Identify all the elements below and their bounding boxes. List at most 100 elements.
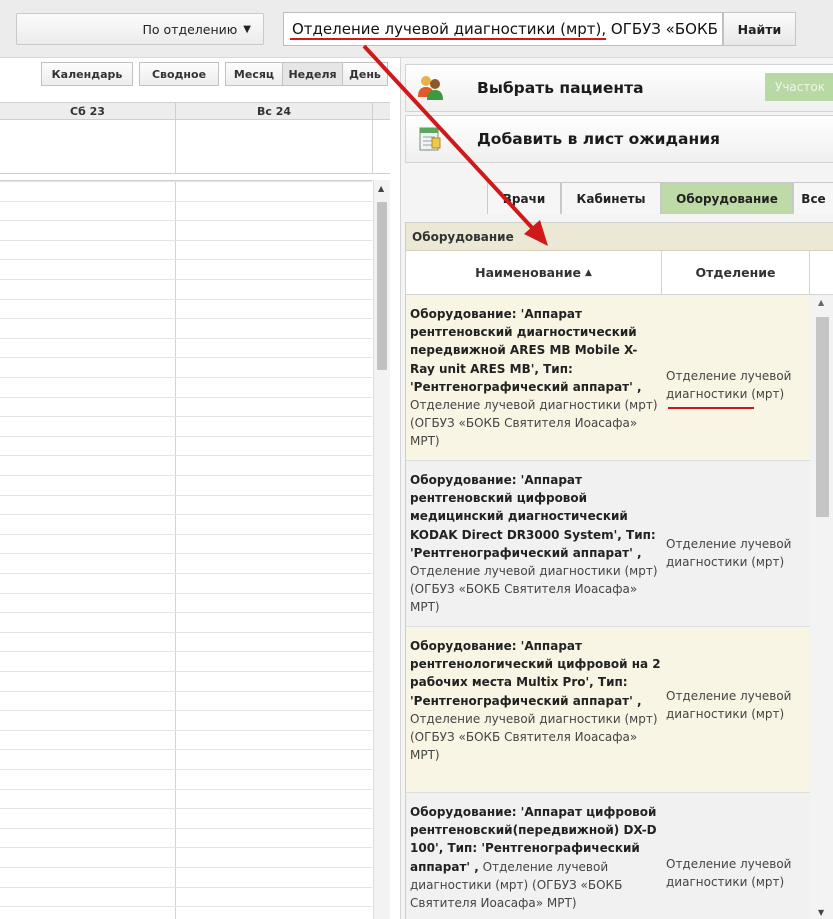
calendar-slot-line bbox=[0, 828, 372, 829]
calendar-slot-line bbox=[0, 377, 372, 378]
calendar-slot-line bbox=[0, 906, 372, 907]
calendar-slot-line bbox=[0, 730, 372, 731]
tab-day[interactable]: День bbox=[342, 62, 388, 86]
tab-rooms[interactable]: Кабинеты bbox=[561, 182, 661, 214]
department-cell: Отделение лучевой диагностики (мрт) bbox=[666, 689, 792, 721]
calendar-slot-line bbox=[0, 318, 372, 319]
department-filter-label: По отделению bbox=[142, 21, 238, 37]
calendar-slot-line bbox=[0, 593, 372, 594]
calendar-slot-line bbox=[0, 201, 372, 202]
calendar-slot-line bbox=[0, 475, 372, 476]
calendar-slot-line bbox=[0, 887, 372, 888]
calendar-time-grid[interactable] bbox=[0, 180, 372, 919]
department-cell: Отделение лучевой диагностики (мрт) bbox=[666, 537, 792, 569]
calendar-slot-line bbox=[0, 416, 372, 417]
search-input[interactable]: Отделение лучевой диагностики (мрт), ОГБ… bbox=[283, 12, 723, 46]
annotation-underline bbox=[290, 38, 606, 40]
table-caption: Оборудование bbox=[406, 223, 833, 251]
scrollbar-thumb[interactable] bbox=[816, 317, 829, 517]
equipment-location: Отделение лучевой диагностики (мрт) (ОГБ… bbox=[410, 398, 658, 449]
calendar-slot-line bbox=[0, 769, 372, 770]
calendar-slot-line bbox=[0, 651, 372, 652]
tab-week[interactable]: Неделя bbox=[282, 62, 342, 86]
calendar-slot-line bbox=[0, 808, 372, 809]
table-scrollbar[interactable]: ▲ ▼ bbox=[810, 295, 833, 919]
calendar-slot-line bbox=[0, 397, 372, 398]
equipment-name-cell: Оборудование: 'Аппарат цифровой рентгено… bbox=[406, 793, 662, 912]
calendar-slot-line bbox=[0, 573, 372, 574]
calendar-slot-line bbox=[0, 357, 372, 358]
equipment-table: Оборудование Наименование ▲ Отделение Обо… bbox=[405, 222, 833, 919]
tab-summary[interactable]: Сводное bbox=[139, 62, 219, 86]
equipment-name-cell: Оборудование: 'Аппарат рентгеновский циф… bbox=[406, 461, 662, 617]
calendar-slot-line bbox=[0, 181, 372, 182]
table-row[interactable]: Оборудование: 'Аппарат рентгеновский циф… bbox=[406, 461, 810, 627]
select-patient-row[interactable]: Выбрать пациента Участок bbox=[405, 64, 833, 112]
equipment-title: Оборудование: 'Аппарат рентгенологически… bbox=[410, 639, 661, 708]
add-waitlist-row[interactable]: Добавить в лист ожидания bbox=[405, 115, 833, 163]
calendar-slot-line bbox=[0, 299, 372, 300]
table-row[interactable]: Оборудование: 'Аппарат рентгеновский диа… bbox=[406, 295, 810, 461]
calendar-slot-line bbox=[0, 259, 372, 260]
calendar-slot-line bbox=[0, 867, 372, 868]
calendar-allday-row[interactable] bbox=[0, 120, 390, 174]
tab-equipment[interactable]: Оборудование bbox=[661, 182, 793, 214]
equipment-name-cell: Оборудование: 'Аппарат рентгенологически… bbox=[406, 627, 662, 764]
calendar-slot-line bbox=[0, 279, 372, 280]
calendar-slot-line bbox=[0, 534, 372, 535]
find-button[interactable]: Найти bbox=[723, 12, 796, 46]
column-header-department[interactable]: Отделение bbox=[662, 251, 810, 294]
calendar-slot-line bbox=[0, 691, 372, 692]
calendar-slot-line bbox=[0, 632, 372, 633]
calendar-view-tabs: Календарь Сводное Месяц Неделя День bbox=[41, 62, 388, 86]
search-input-value: Отделение лучевой диагностики (мрт), ОГБ… bbox=[292, 20, 722, 38]
department-cell: Отделение лучевой диагностики (мрт) bbox=[666, 857, 792, 889]
equipment-name-cell: Оборудование: 'Аппарат рентгеновский диа… bbox=[406, 295, 662, 451]
scroll-down-icon[interactable]: ▼ bbox=[818, 908, 824, 917]
calendar-scrollbar[interactable]: ▲ bbox=[373, 180, 390, 919]
calendar-slot-line bbox=[0, 847, 372, 848]
calendar-slot-line bbox=[0, 220, 372, 221]
calendar-slot-line bbox=[0, 710, 372, 711]
day-header-sun: Вс 24 bbox=[176, 103, 373, 120]
equipment-title: Оборудование: 'Аппарат рентгеновский циф… bbox=[410, 473, 656, 560]
equipment-location: Отделение лучевой диагностики (мрт) (ОГБ… bbox=[410, 564, 658, 615]
equipment-location: Отделение лучевой диагностики (мрт) (ОГБ… bbox=[410, 711, 658, 763]
calendar-slot-line bbox=[0, 553, 372, 554]
select-patient-label: Выбрать пациента bbox=[477, 79, 644, 97]
waitlist-icon bbox=[419, 127, 441, 151]
tab-month[interactable]: Месяц bbox=[225, 62, 282, 86]
department-cell: Отделение лучевой диагностики (мрт) bbox=[666, 369, 792, 401]
day-header-sat: Сб 23 bbox=[0, 103, 176, 120]
sort-asc-icon: ▲ bbox=[584, 267, 592, 278]
tab-calendar[interactable]: Календарь bbox=[41, 62, 133, 86]
calendar-slot-line bbox=[0, 495, 372, 496]
scrollbar-thumb[interactable] bbox=[377, 202, 387, 370]
patients-icon bbox=[418, 76, 443, 100]
column-header-name[interactable]: Наименование ▲ bbox=[406, 251, 662, 294]
tab-all[interactable]: Все bbox=[793, 182, 833, 214]
calendar-slot-line bbox=[0, 789, 372, 790]
calendar-slot-line bbox=[0, 612, 372, 613]
department-filter-dropdown[interactable]: По отделению ▼ bbox=[16, 13, 264, 45]
uchastok-button[interactable]: Участок bbox=[765, 73, 833, 101]
scroll-up-icon[interactable]: ▲ bbox=[818, 298, 824, 307]
tab-doctors[interactable]: Врачи bbox=[487, 182, 561, 214]
week-calendar: Сб 23 Вс 24 ▲ bbox=[0, 102, 390, 919]
table-row[interactable]: Оборудование: 'Аппарат цифровой рентгено… bbox=[406, 793, 810, 919]
top-toolbar: По отделению ▼ Отделение лучевой диагнос… bbox=[0, 0, 833, 58]
calendar-slot-line bbox=[0, 749, 372, 750]
calendar-slot-line bbox=[0, 514, 372, 515]
table-header: Наименование ▲ Отделение bbox=[406, 251, 833, 295]
calendar-slot-line bbox=[0, 240, 372, 241]
annotation-underline bbox=[668, 407, 754, 409]
calendar-day-header: Сб 23 Вс 24 bbox=[0, 102, 390, 120]
chevron-down-icon: ▼ bbox=[243, 23, 251, 35]
calendar-slot-line bbox=[0, 671, 372, 672]
scroll-up-icon[interactable]: ▲ bbox=[378, 184, 384, 193]
resource-tabs: Врачи Кабинеты Оборудование Все bbox=[487, 182, 833, 214]
table-row[interactable]: Оборудование: 'Аппарат рентгенологически… bbox=[406, 627, 810, 793]
calendar-slot-line bbox=[0, 436, 372, 437]
calendar-slot-line bbox=[0, 455, 372, 456]
add-waitlist-label: Добавить в лист ожидания bbox=[477, 130, 721, 148]
